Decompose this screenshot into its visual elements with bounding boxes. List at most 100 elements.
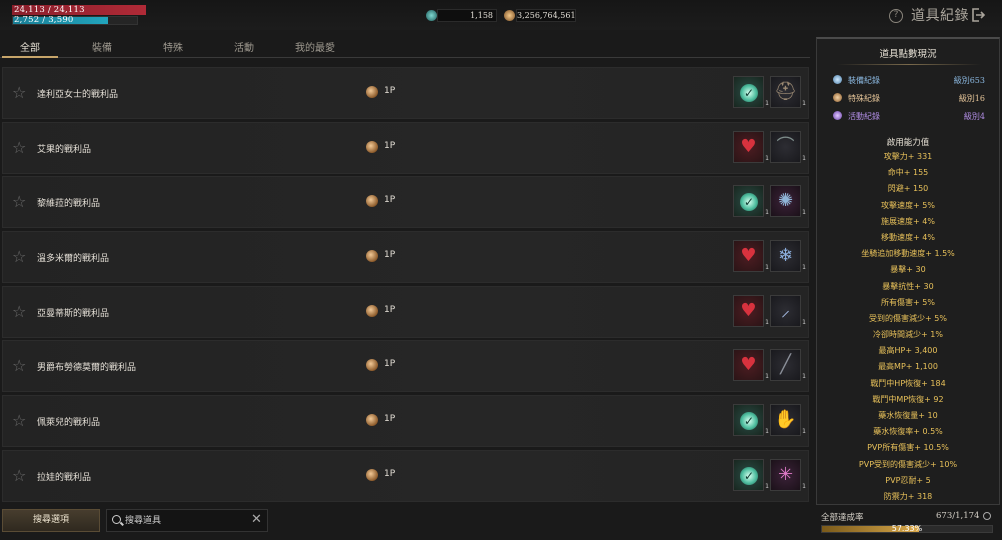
slot-count: 1 [802, 428, 806, 436]
gem-icon [426, 10, 437, 21]
favorite-star-icon[interactable]: ☆ [12, 193, 29, 210]
item-row[interactable]: ☆ 佩萊兒的戰利品 1P ✓ 1 ✋ 1 [2, 395, 809, 448]
check-icon: ✓ [740, 193, 758, 212]
item-slot[interactable]: ✋ 1 [770, 404, 806, 437]
favorite-star-icon[interactable]: ☆ [12, 248, 29, 265]
item-points: 1P [384, 468, 396, 479]
stat-line: 暴擊抗性+ 30 [882, 281, 934, 291]
item-row[interactable]: ☆ 拉娃的戰利品 1P ✓ 1 ✳ 1 [2, 449, 809, 502]
item-slot[interactable]: ⛑ 1 [770, 76, 806, 108]
item-row[interactable]: ☆ 亞曼蒂斯的戰利品 1P ♥ 1 ⸝ 1 [2, 285, 809, 338]
progress-label: 全部達成率 [821, 513, 864, 523]
stat-line: PVP忍耐+ 5 [885, 475, 931, 485]
clear-icon[interactable]: ✕ [251, 512, 262, 527]
spider-icon: ✳ [777, 463, 794, 485]
item-slot[interactable]: ╱ 1 [770, 349, 806, 382]
item-slot[interactable]: ♥ 1 [733, 130, 769, 163]
search-options-button[interactable]: 搜尋選項 [2, 509, 100, 532]
stats-list: 攻擊力+ 331 命中+ 155 閃避+ 150 攻擊速度+ 5% 施展速度+ 4% 移動… [817, 149, 999, 505]
panel-title: 道具點數現況 [879, 49, 937, 60]
slot-count: 1 [802, 100, 806, 107]
slot-count: 1 [802, 264, 806, 272]
orb-icon: ✺ [777, 190, 794, 212]
stat-line: 最高MP+ 1,100 [878, 362, 938, 372]
item-name: 男爵布勞德莫爾的戰利品 [37, 363, 137, 374]
item-slot[interactable]: ♥ 1 [733, 294, 769, 327]
item-slot[interactable]: ✓ 1 [733, 76, 769, 108]
claw-icon: ⌒ [776, 135, 795, 157]
stat-line: 施展速度+ 4% [881, 216, 935, 226]
item-points: 1P [384, 304, 396, 315]
item-slot[interactable]: ⸝ 1 [770, 294, 806, 327]
slot-count: 1 [765, 373, 769, 381]
stat-line: 閃避+ 150 [887, 184, 929, 194]
item-slot[interactable]: ✓ 1 [733, 404, 769, 437]
progress-value: 673/1,174 [936, 511, 980, 521]
item-row[interactable]: ☆ 黎維菈的戰利品 1P ✓ 1 ✺ 1 [2, 176, 809, 229]
point-coin-icon [366, 359, 378, 372]
item-slot[interactable]: ♥ 1 [733, 240, 769, 273]
stat-line: 冷卻時間減少+ 1% [873, 330, 943, 340]
help-icon[interactable]: ? [889, 9, 903, 23]
stat-line: 命中+ 155 [887, 168, 929, 178]
item-slot[interactable]: ✓ 1 [733, 185, 769, 218]
item-slot[interactable]: ✓ 1 [733, 458, 769, 491]
tab-equipment[interactable]: 裝備 [72, 39, 132, 54]
point-coin-icon [366, 195, 378, 208]
event-record-level: 級別4 [963, 112, 985, 121]
item-points: 1P [384, 414, 396, 425]
equipment-record-level: 級別653 [953, 76, 985, 85]
item-slot[interactable]: ♥ 1 [733, 349, 769, 382]
tab-event[interactable]: 活動 [214, 39, 274, 54]
item-points: 1P [384, 359, 396, 370]
progress-bar: 57.33% [821, 524, 993, 533]
tab-favorites[interactable]: 我的最愛 [285, 39, 345, 54]
favorite-star-icon[interactable]: ☆ [12, 303, 29, 320]
item-slot[interactable]: ✺ 1 [770, 185, 806, 218]
item-name: 拉娃的戰利品 [37, 472, 92, 483]
favorite-star-icon[interactable]: ☆ [12, 412, 29, 429]
item-slot[interactable]: ⌒ 1 [770, 130, 806, 163]
armor-icon: ♥ [740, 354, 757, 376]
stat-line: 最高HP+ 3,400 [878, 346, 938, 356]
tab-special[interactable]: 特殊 [143, 39, 203, 54]
special-record: 特殊紀錄 級別16 [833, 91, 985, 105]
progress-percent: 57.33% [891, 524, 923, 533]
special-record-icon [833, 93, 842, 102]
item-points: 1P [384, 250, 396, 261]
hp-text: 24,113 / 24,113 [14, 5, 85, 15]
stat-line: 攻擊速度+ 5% [881, 200, 935, 210]
item-row[interactable]: ☆ 溫多米爾的戰利品 1P ♥ 1 ❄ 1 [2, 231, 809, 284]
favorite-star-icon[interactable]: ☆ [12, 139, 29, 156]
slot-count: 1 [802, 482, 806, 490]
stat-line: 藥水恢復量+ 10 [878, 411, 938, 420]
search-input[interactable] [125, 513, 245, 529]
page-title: 道具紀錄 [911, 8, 969, 24]
item-list: ☆ 達利亞女士的戰利品 1P ✓ 1 ⛑ 1 ☆ 艾果的戰利品 1P ♥ 1 ⌒ 1 ☆ 黎維菈的戰利品 1P ✓… [2, 67, 809, 505]
stat-line: 戰鬥中HP恢復+ 184 [870, 378, 946, 388]
helmet-icon: ⛑ [774, 81, 797, 102]
item-row[interactable]: ☆ 男爵布勞德莫爾的戰利品 1P ♥ 1 ╱ 1 [2, 340, 809, 393]
zoom-icon[interactable] [983, 512, 991, 520]
favorite-star-icon[interactable]: ☆ [12, 357, 29, 374]
stat-line: 防禦力+ 318 [883, 491, 933, 501]
search-icon [112, 515, 121, 524]
exit-icon[interactable] [970, 7, 986, 23]
item-points: 1P [384, 86, 396, 96]
favorite-star-icon[interactable]: ☆ [12, 467, 29, 484]
tab-all[interactable]: 全部 [0, 39, 60, 54]
event-record: 活動紀錄 級別4 [833, 109, 985, 123]
coin-value: 3,256,764,561 [516, 9, 576, 22]
item-row[interactable]: ☆ 達利亞女士的戰利品 1P ✓ 1 ⛑ 1 [2, 67, 809, 119]
item-slot[interactable]: ✳ 1 [770, 458, 806, 491]
item-name: 溫多米爾的戰利品 [37, 254, 110, 265]
equipment-record-label: 裝備紀錄 [848, 76, 880, 85]
check-icon: ✓ [740, 412, 758, 431]
point-coin-icon [366, 140, 378, 153]
favorite-star-icon[interactable]: ☆ [12, 84, 29, 101]
item-row[interactable]: ☆ 艾果的戰利品 1P ♥ 1 ⌒ 1 [2, 121, 809, 174]
item-slot[interactable]: ❄ 1 [770, 240, 806, 273]
stat-line: 坐騎追加移動速度+ 1.5% [861, 249, 955, 259]
stat-line: 藥水恢復率+ 0.5% [873, 427, 943, 437]
status-panel: 道具點數現況 裝備紀錄 級別653 特殊紀錄 級別16 活動紀錄 級別4 啟用能… [816, 37, 1000, 505]
